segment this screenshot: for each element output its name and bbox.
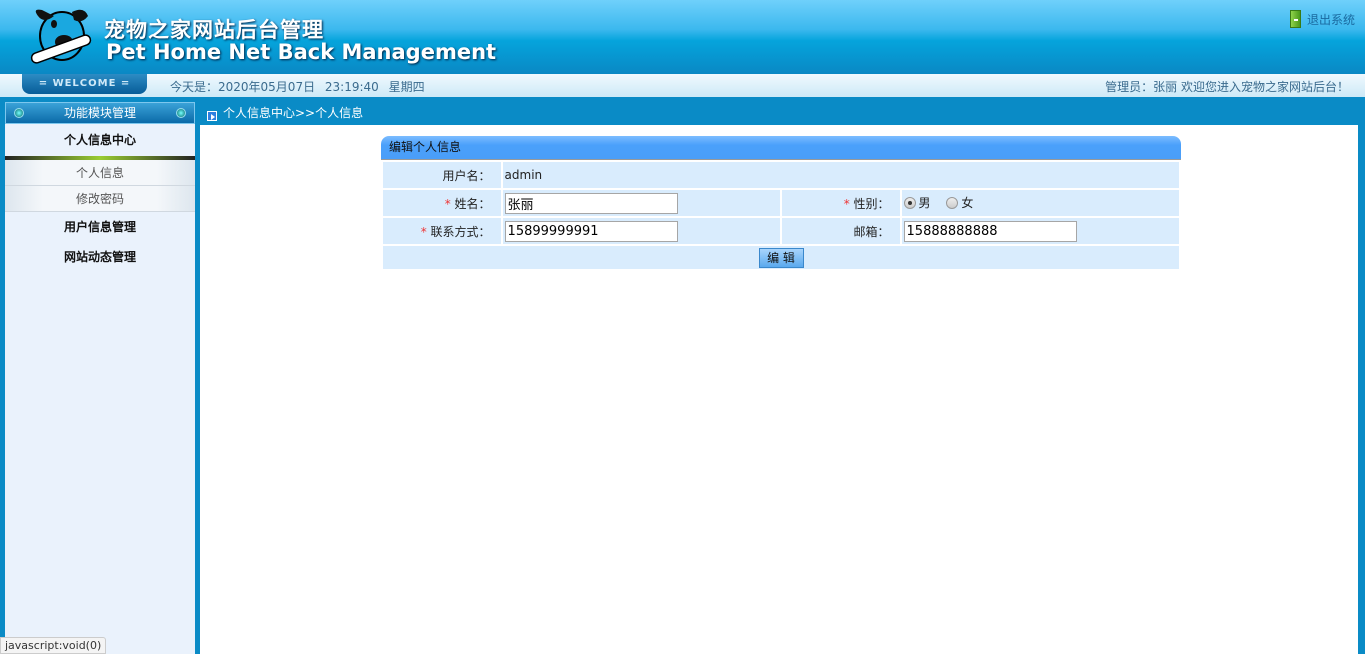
site-title-en: Pet Home Net Back Management <box>106 40 497 64</box>
radio-unchecked-icon <box>946 196 959 209</box>
welcome-bar: = WELCOME = 今天是：2020年05月07日 23:19:40 星期四… <box>0 74 1365 97</box>
gender-radio-male[interactable]: 男 <box>903 194 931 211</box>
admin-greeting: 管理员：张丽 欢迎您进入宠物之家网站后台！ <box>1105 80 1349 94</box>
current-datetime: 今天是：2020年05月07日 23:19:40 星期四 <box>170 80 425 94</box>
main-content: 编辑个人信息 用户名： admin * 姓名： * 性别： 男 女 * 联系方式… <box>200 125 1358 654</box>
phone-input[interactable] <box>504 220 678 242</box>
logout-label: 退出系统 <box>1306 12 1355 27</box>
dot-icon <box>176 108 186 118</box>
dog-logo-icon <box>30 9 92 64</box>
header: 宠物之家网站后台管理 Pet Home Net Back Management … <box>0 0 1365 74</box>
door-exit-icon <box>1289 10 1301 28</box>
dot-icon <box>14 108 24 118</box>
sidebar-title: 功能模块管理 <box>63 106 136 120</box>
sidebar-header: 功能模块管理 <box>5 102 195 124</box>
email-label: 邮箱： <box>779 216 902 246</box>
sidebar-group-site-news[interactable]: 网站动态管理 <box>5 242 195 272</box>
phone-label: 联系方式： <box>430 224 491 239</box>
breadcrumb: 个人信息中心>>个人信息 <box>207 104 363 121</box>
sidebar-item-change-password[interactable]: 修改密码 <box>5 186 195 212</box>
email-input[interactable] <box>903 220 1077 242</box>
radio-checked-icon <box>903 196 916 209</box>
sidebar-item-personal-info[interactable]: 个人信息 <box>5 160 195 186</box>
sidebar: 功能模块管理 个人信息中心 个人信息 修改密码 用户信息管理 网站动态管理 <box>5 102 195 654</box>
logout-link[interactable]: 退出系统 <box>1289 10 1355 28</box>
panel-title: 编辑个人信息 <box>381 136 1181 160</box>
sidebar-group-user-management[interactable]: 用户信息管理 <box>5 212 195 242</box>
gender-label: 性别： <box>853 196 890 211</box>
arrow-right-icon <box>207 110 217 121</box>
gender-option-label: 男 <box>918 196 931 211</box>
gender-radio-female[interactable]: 女 <box>946 194 973 211</box>
breadcrumb-text: 个人信息中心>>个人信息 <box>223 106 364 120</box>
edit-profile-panel: 编辑个人信息 用户名： admin * 姓名： * 性别： 男 女 * 联系方式… <box>381 136 1182 271</box>
profile-form: 用户名： admin * 姓名： * 性别： 男 女 * 联系方式： 邮箱： 编… <box>381 160 1182 271</box>
username-value: admin <box>500 160 1182 190</box>
browser-status-bar: javascript:void(0) <box>0 637 107 654</box>
required-mark: * <box>444 196 451 211</box>
sidebar-group-personal-info[interactable]: 个人信息中心 <box>5 124 195 156</box>
gender-option-label: 女 <box>961 196 974 211</box>
name-label: 姓名： <box>454 196 491 211</box>
username-label: 用户名： <box>381 160 503 190</box>
name-input[interactable] <box>504 192 678 214</box>
edit-submit-button[interactable]: 编 辑 <box>758 247 804 268</box>
welcome-badge: = WELCOME = <box>22 74 147 94</box>
required-mark: * <box>420 224 427 239</box>
required-mark: * <box>843 196 850 211</box>
